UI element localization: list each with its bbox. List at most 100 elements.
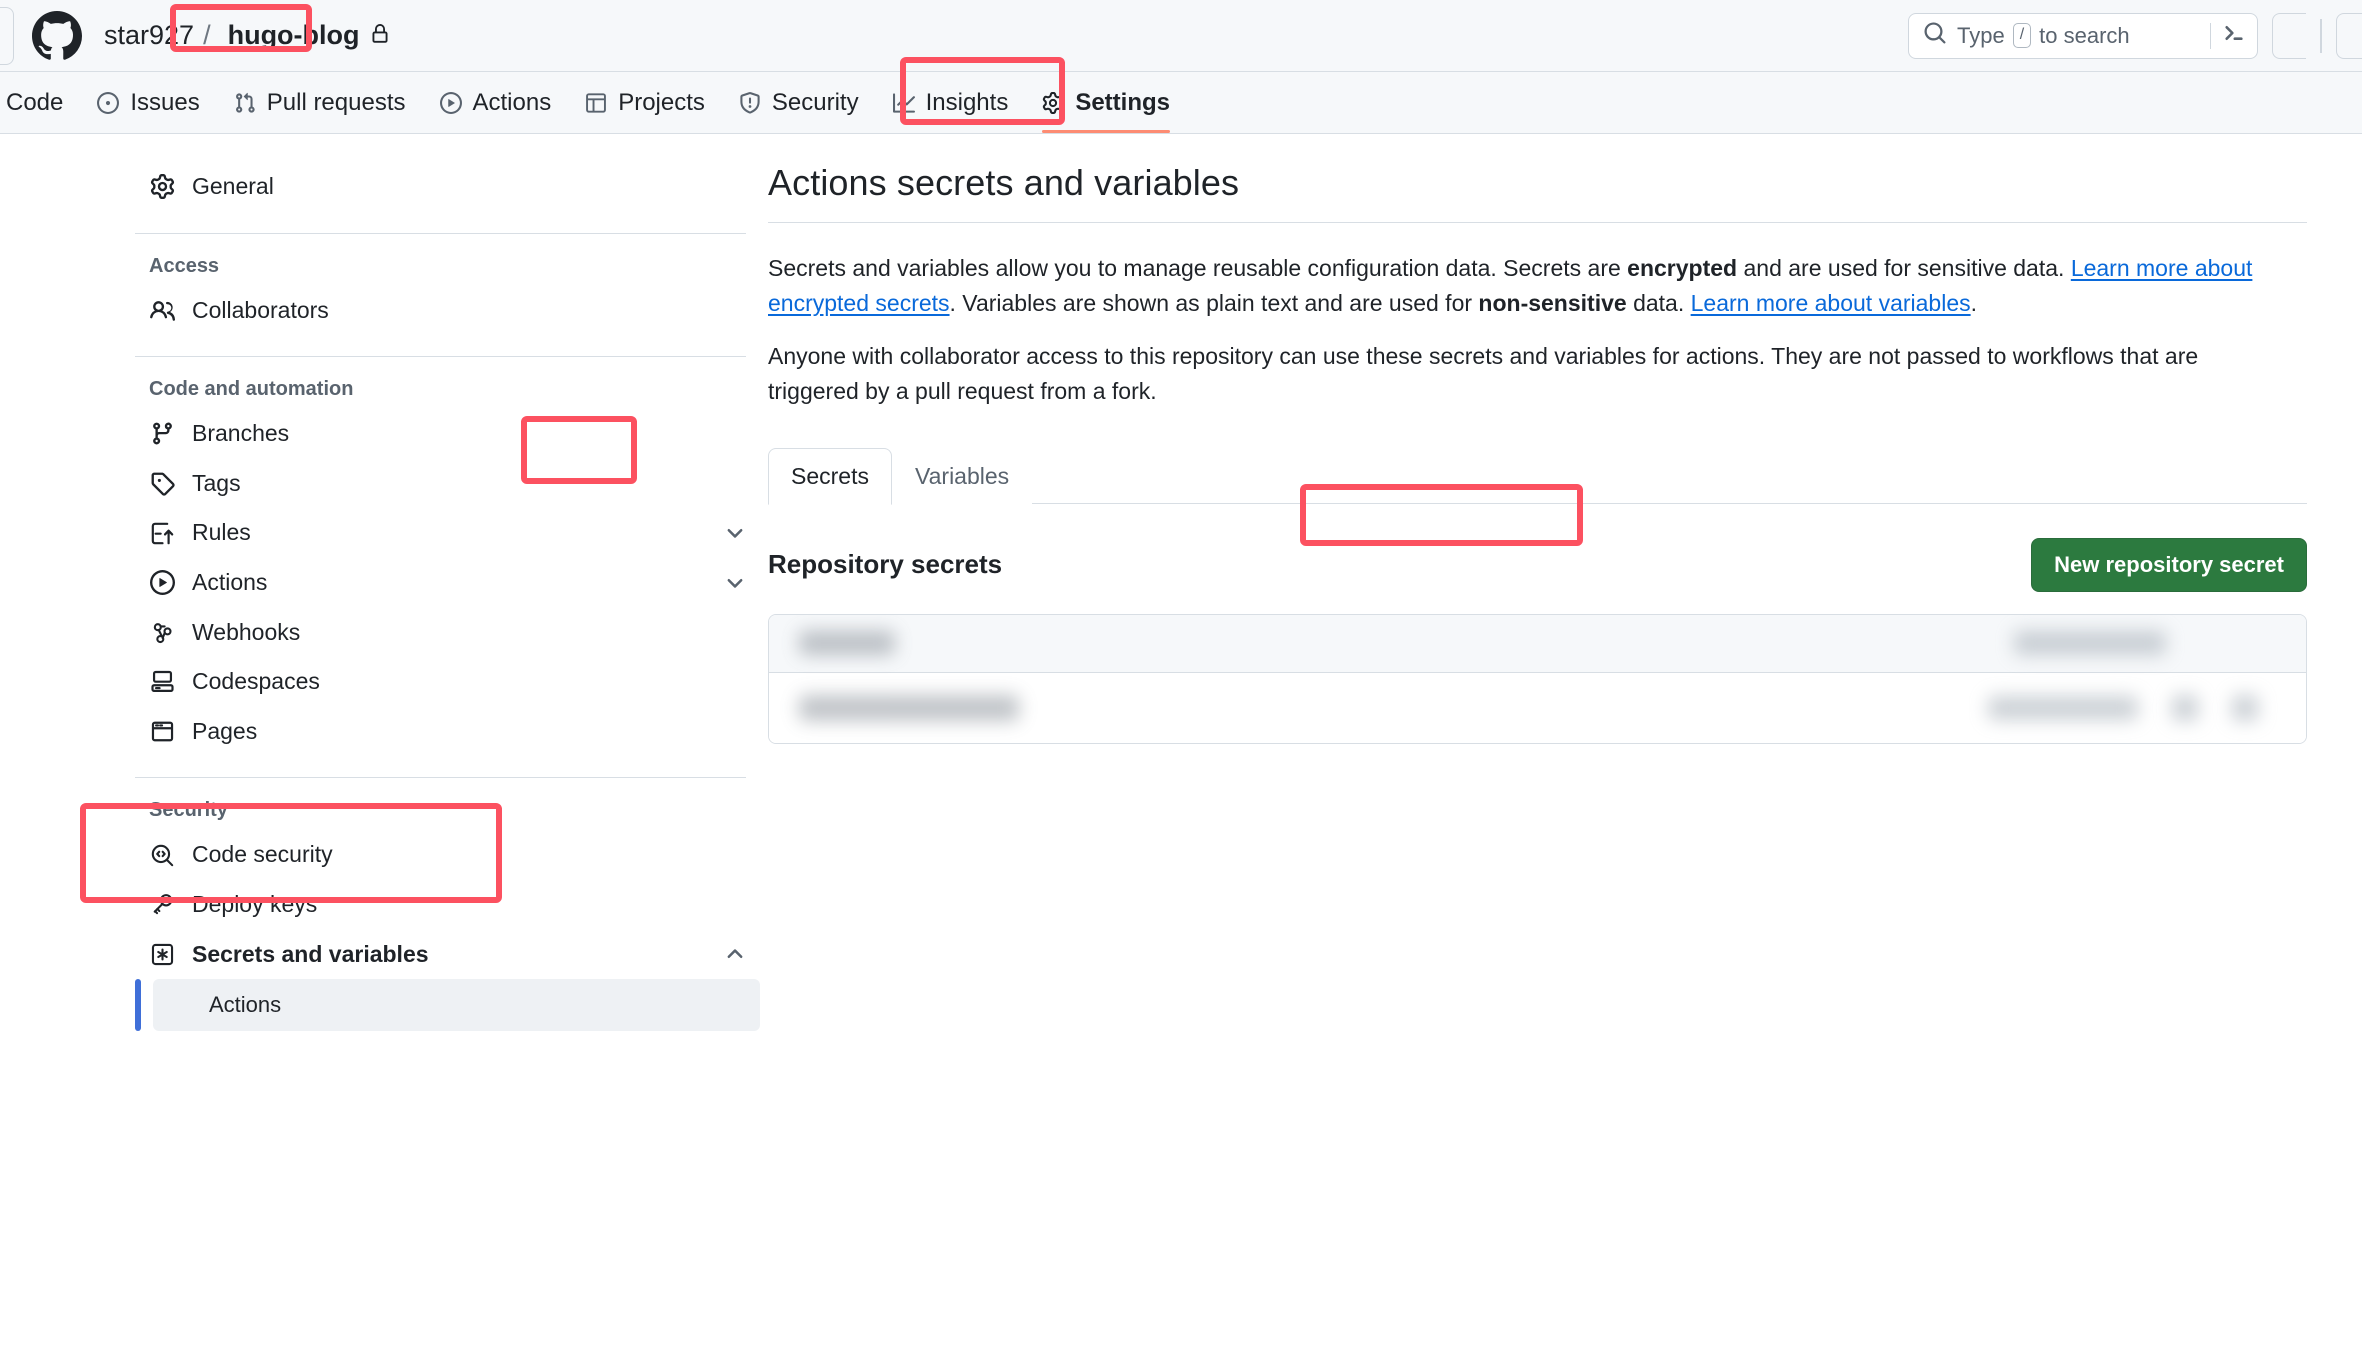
breadcrumb-owner[interactable]: star927 [104,20,194,51]
breadcrumb-repo[interactable]: hugo-blog [220,16,398,55]
search-slash-key: / [2012,23,2032,48]
repository-secrets-header: Repository secrets New repository secret [768,537,2307,592]
breadcrumb-repo-wrapper: hugo-blog [220,16,398,55]
search-icon [1923,21,1947,50]
codespaces-icon [149,669,175,694]
row-meta [2014,631,2276,656]
description-paragraph-1: Secrets and variables allow you to manag… [768,251,2268,321]
chevron-down-icon[interactable] [724,522,746,544]
browser-icon [149,719,175,744]
sidebar-item-webhooks[interactable]: Webhooks [135,608,760,658]
desc-text-1: Secrets and variables allow you to manag… [768,255,1628,281]
sidebar-item-label: Branches [192,420,290,447]
git-pull-request-icon [234,92,256,114]
secrets-variables-tabs: Secrets Variables [768,447,2307,505]
codescan-icon [149,843,175,868]
global-header: star927 / hugo-blog Type / to search [0,0,2362,72]
sidebar-divider [135,777,746,779]
breadcrumb-repo-label: hugo-blog [227,20,360,50]
sidebar-divider [135,356,746,358]
sidebar-item-label: Tags [192,469,241,496]
gear-icon [1042,92,1064,114]
sidebar-item-pages[interactable]: Pages [135,707,760,757]
repo-nav-label: Settings [1075,89,1171,116]
sidebar-item-tags[interactable]: Tags [135,459,760,509]
sidebar-item-general[interactable]: General [135,162,760,212]
sidebar-subitem-actions[interactable]: Actions [135,979,760,1032]
sidebar-item-codespaces[interactable]: Codespaces [135,657,760,707]
github-mark-icon[interactable] [32,10,82,61]
sidebar-item-label: General [192,173,274,199]
secret-updated-redacted [1988,695,2138,720]
breadcrumb-separator: / [203,20,211,50]
learn-more-variables-link[interactable]: Learn more about variables [1691,290,1971,316]
sidebar-divider [135,232,746,234]
sidebar-group-security: Security Code security Deploy keys Secre… [135,799,760,1032]
secret-name-redacted [799,694,1019,721]
tab-secrets[interactable]: Secrets [768,447,892,505]
chevron-up-icon[interactable] [724,943,746,965]
settings-main: Actions secrets and variables Secrets an… [760,162,2362,1033]
search-divider [2210,22,2211,49]
repository-nav: Code Issues Pull requests Actions Projec… [0,72,2362,134]
section-heading: Repository secrets [768,549,1003,580]
sidebar-group-code-and-automation: Code and automation Branches Tags Rules … [135,378,760,756]
repo-nav-issues[interactable]: Issues [80,89,216,133]
git-branch-icon [149,421,175,446]
title-divider [768,222,2307,223]
sidebar-item-deploy-keys[interactable]: Deploy keys [135,880,760,930]
header-left: star927 / hugo-blog [0,6,398,65]
repo-nav-pull-requests[interactable]: Pull requests [217,89,423,133]
graph-icon [892,92,915,114]
sidebar-item-actions[interactable]: Actions [135,558,760,608]
table-row[interactable] [769,672,2306,743]
sidebar-item-collaborators[interactable]: Collaborators [135,286,760,336]
sidebar-item-label: Collaborators [192,296,329,323]
repo-nav-insights[interactable]: Insights [876,89,1026,133]
sidebar-item-label: Actions [192,568,268,595]
sidebar-item-rules[interactable]: Rules [135,508,760,558]
notifications-button[interactable] [2272,12,2306,59]
page-content: General Access Collaborators Code and au… [0,134,2362,1033]
sidebar-item-code-security[interactable]: Code security [135,830,760,880]
desc-text-5: . [1970,289,1978,316]
sidebar-subitem-label: Actions [209,992,282,1018]
desc-text-4: data. [1626,289,1691,316]
people-icon [149,298,175,323]
repo-nav-label: Projects [618,89,705,116]
key-icon [149,892,175,917]
header-right: Type / to search [1908,12,2362,59]
sidebar-item-branches[interactable]: Branches [135,409,760,459]
repo-nav-settings[interactable]: Settings [1025,89,1187,133]
repo-nav-projects[interactable]: Projects [568,89,722,133]
tab-variables[interactable]: Variables [892,448,1032,505]
repo-nav-actions[interactable]: Actions [423,89,569,133]
sidebar-item-label: Rules [192,519,251,546]
repo-nav-security[interactable]: Security [722,89,876,133]
page-title: Actions secrets and variables [768,162,1240,203]
chevron-down-icon[interactable] [724,572,746,594]
nav-menu-button[interactable] [0,6,14,65]
search-placeholder-prefix: Type [1957,22,2005,48]
row-meta [1988,694,2276,721]
webhook-icon [149,620,175,645]
sidebar-item-secrets-and-variables[interactable]: Secrets and variables [135,930,760,980]
shield-icon [739,92,761,114]
delete-secret-button-redacted[interactable] [2232,694,2258,721]
search-placeholder-suffix: to search [2039,22,2130,48]
repo-nav-label: Issues [130,89,200,116]
user-avatar-button[interactable] [2336,12,2362,59]
play-icon [439,92,462,114]
repo-nav-label: Actions [472,89,552,116]
gear-icon [149,174,175,200]
repo-nav-label: Insights [925,89,1009,116]
new-repository-secret-button[interactable]: New repository secret [2031,537,2307,592]
search-input[interactable]: Type / to search [1908,12,2258,59]
edit-secret-button-redacted[interactable] [2172,694,2198,721]
issue-opened-icon [97,92,120,114]
desc-text-2: and are used for sensitive data. [1737,255,2071,281]
repo-nav-label: Pull requests [266,89,406,116]
command-palette-icon[interactable] [2221,20,2247,51]
table-row[interactable] [769,614,2306,673]
repo-nav-code[interactable]: Code [0,89,80,133]
